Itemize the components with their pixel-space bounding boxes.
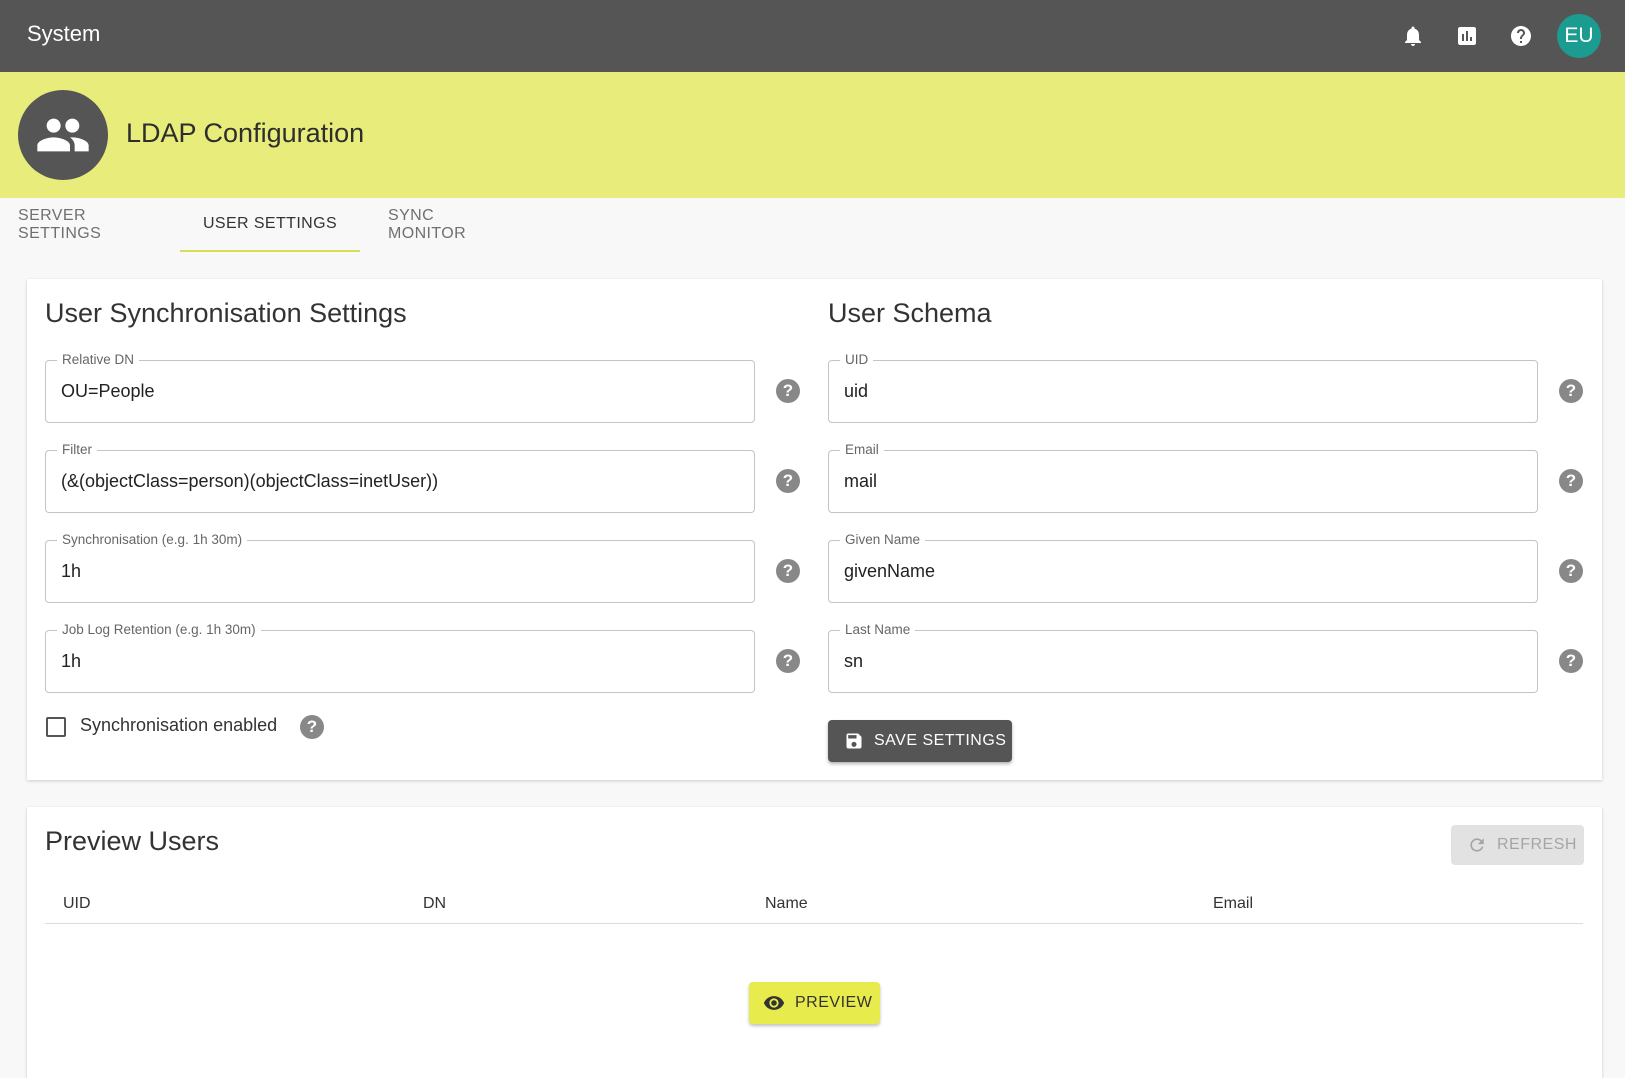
job-log-retention-field[interactable]: Job Log Retention (e.g. 1h 30m) <box>45 622 755 693</box>
given-name-field[interactable]: Given Name <box>828 532 1538 603</box>
user-avatar[interactable]: EU <box>1557 14 1601 58</box>
given-name-input[interactable] <box>844 561 1514 582</box>
column-header-uid: UID <box>63 895 91 912</box>
tab-server-settings[interactable]: SERVER SETTINGS <box>18 198 162 252</box>
preview-label: PREVIEW <box>795 994 873 1011</box>
preview-button[interactable]: PREVIEW <box>749 982 880 1024</box>
sync-settings-title: User Synchronisation Settings <box>45 298 407 328</box>
field-label: Job Log Retention (e.g. 1h 30m) <box>57 622 261 638</box>
help-icon[interactable] <box>1507 22 1535 50</box>
save-settings-button[interactable]: SAVE SETTINGS <box>828 720 1012 762</box>
tab-sync-monitor[interactable]: SYNC MONITOR <box>388 198 512 252</box>
help-icon[interactable]: ? <box>1559 469 1583 493</box>
save-icon <box>844 731 864 751</box>
job-log-retention-input[interactable] <box>61 651 731 672</box>
field-label: Given Name <box>840 532 926 548</box>
preview-users-card: Preview Users REFRESH UID DN Name Email … <box>27 807 1602 1078</box>
people-icon <box>18 90 108 180</box>
filter-field[interactable]: Filter <box>45 442 755 513</box>
help-icon[interactable]: ? <box>776 469 800 493</box>
user-schema-title: User Schema <box>828 298 992 328</box>
synchronisation-input[interactable] <box>61 561 731 582</box>
column-header-email: Email <box>1213 895 1254 912</box>
email-input[interactable] <box>844 471 1514 492</box>
chart-icon[interactable] <box>1453 22 1481 50</box>
field-label: UID <box>840 352 874 368</box>
uid-field[interactable]: UID <box>828 352 1538 423</box>
filter-input[interactable] <box>61 471 731 492</box>
page-title: LDAP Configuration <box>126 118 365 148</box>
field-label: Last Name <box>840 622 916 638</box>
table-divider <box>45 923 1583 924</box>
relative-dn-field[interactable]: Relative DN <box>45 352 755 423</box>
help-icon[interactable]: ? <box>1559 559 1583 583</box>
field-label: Synchronisation (e.g. 1h 30m) <box>57 532 248 548</box>
app-title: System <box>27 21 101 46</box>
field-label: Email <box>840 442 884 458</box>
top-app-bar: System EU <box>0 0 1625 72</box>
page-header-banner: LDAP Configuration <box>0 72 1625 198</box>
help-icon[interactable]: ? <box>1559 379 1583 403</box>
settings-card: User Synchronisation Settings User Schem… <box>27 279 1602 780</box>
save-settings-label: SAVE SETTINGS <box>874 732 1007 749</box>
help-icon[interactable]: ? <box>776 649 800 673</box>
refresh-label: REFRESH <box>1497 836 1577 853</box>
field-label: Relative DN <box>57 352 140 368</box>
relative-dn-input[interactable] <box>61 381 731 402</box>
help-icon[interactable]: ? <box>776 559 800 583</box>
refresh-button[interactable]: REFRESH <box>1451 825 1584 865</box>
column-header-dn: DN <box>423 895 447 912</box>
eye-icon <box>763 992 785 1014</box>
help-icon[interactable]: ? <box>776 379 800 403</box>
tab-user-settings[interactable]: USER SETTINGS <box>180 198 360 252</box>
sync-enabled-checkbox[interactable] <box>46 717 66 737</box>
column-header-name: Name <box>765 895 808 912</box>
sync-enabled-label[interactable]: Synchronisation enabled <box>80 715 277 736</box>
help-icon[interactable]: ? <box>300 715 324 739</box>
tab-bar: SERVER SETTINGS USER SETTINGS SYNC MONIT… <box>0 198 1625 252</box>
field-label: Filter <box>57 442 97 458</box>
bell-icon[interactable] <box>1399 22 1427 50</box>
refresh-icon <box>1467 835 1487 855</box>
synchronisation-field[interactable]: Synchronisation (e.g. 1h 30m) <box>45 532 755 603</box>
email-field[interactable]: Email <box>828 442 1538 513</box>
uid-input[interactable] <box>844 381 1514 402</box>
last-name-input[interactable] <box>844 651 1514 672</box>
preview-users-title: Preview Users <box>45 826 220 856</box>
last-name-field[interactable]: Last Name <box>828 622 1538 693</box>
help-icon[interactable]: ? <box>1559 649 1583 673</box>
